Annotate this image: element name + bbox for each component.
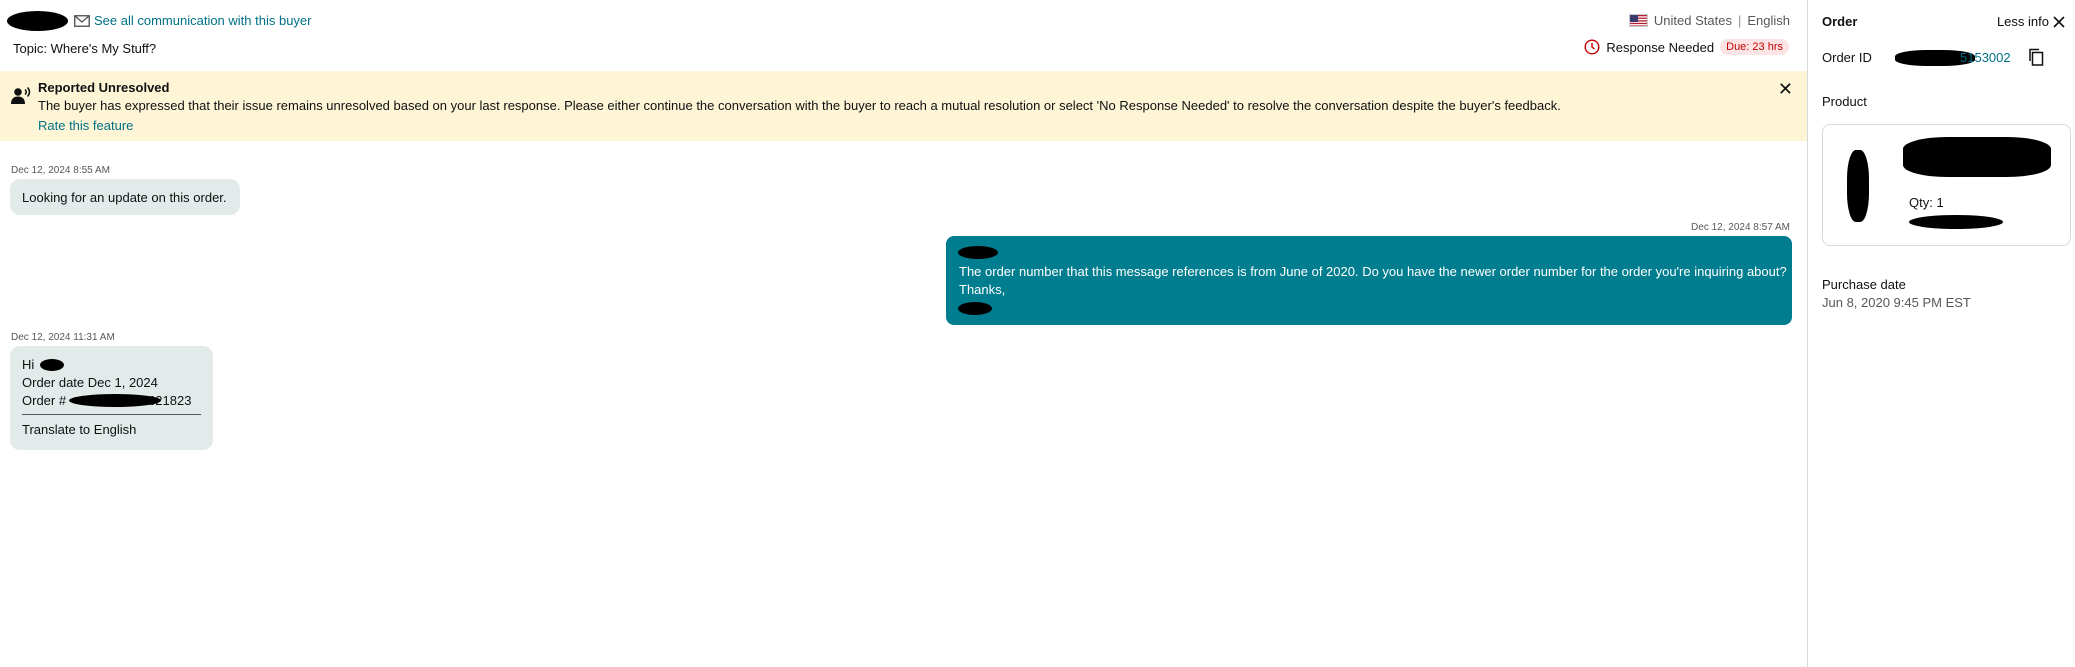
mail-icon (74, 14, 90, 27)
see-all-communication-link[interactable]: See all communication with this buyer (74, 13, 312, 28)
response-needed-label: Response Needed (1606, 39, 1715, 55)
less-info-label: Less info (1996, 14, 2049, 29)
order-number-redacted (69, 394, 161, 407)
clock-icon (1584, 39, 1600, 55)
order-prefix: Order # (22, 393, 67, 408)
outgoing-message: The order number that this message refer… (946, 236, 1792, 325)
rate-feature-link[interactable]: Rate this feature (38, 118, 133, 133)
message-divider (22, 414, 201, 415)
banner-message: The buyer has expressed that their issue… (38, 98, 1561, 113)
product-qty: Qty: 1 (1909, 195, 1944, 210)
purchase-date-label: Purchase date (1822, 277, 1906, 292)
message-closing: Thanks, (959, 282, 1006, 297)
conversation-header: See all communication with this buyer Un… (0, 10, 1807, 32)
copy-icon[interactable] (2028, 48, 2044, 66)
close-icon (2053, 15, 2065, 28)
order-date: Order date Dec 1, 2024 (22, 375, 158, 390)
translate-link[interactable]: Translate to English (22, 421, 201, 439)
sidebar-title: Order (1822, 14, 1858, 29)
conversation-topic: Topic: Where's My Stuff? (13, 41, 157, 56)
less-info-button[interactable]: Less info (1997, 14, 2065, 29)
us-flag-icon (1628, 14, 1648, 27)
locale-language: English (1747, 13, 1790, 28)
signature-redacted (958, 302, 992, 315)
speaking-person-icon (11, 87, 31, 104)
unresolved-banner: Reported Unresolved The buyer has expres… (0, 71, 1807, 141)
purchase-date: Jun 8, 2020 9:45 PM EST (1822, 295, 1971, 310)
close-banner-button[interactable]: ✕ (1778, 79, 1793, 100)
incoming-message: Looking for an update on this order. (10, 179, 240, 215)
product-detail-redacted (1909, 215, 2003, 229)
order-id-label: Order ID (1822, 50, 1872, 65)
conversation-panel: See all communication with this buyer Un… (0, 0, 1807, 667)
product-image-redacted (1847, 150, 1869, 222)
locale-indicator: United States | English (1628, 13, 1790, 28)
greeting-redacted (958, 246, 998, 259)
product-label: Product (1822, 94, 1867, 109)
response-needed-indicator: Response Needed Due: 23 hrs (1584, 39, 1789, 55)
message-timestamp: Dec 12, 2024 8:55 AM (11, 165, 110, 176)
order-number: Order #621823 (22, 392, 201, 410)
message-timestamp: Dec 12, 2024 11:31 AM (11, 332, 115, 343)
buyer-name-redacted (7, 11, 68, 31)
greeting-text: Hi (22, 357, 35, 372)
see-all-label: See all communication with this buyer (94, 13, 312, 28)
message-greeting: Hi (22, 356, 201, 374)
message-timestamp: Dec 12, 2024 8:57 AM (1691, 222, 1790, 233)
product-title-redacted (1903, 137, 2051, 177)
banner-title: Reported Unresolved (38, 80, 170, 95)
order-sidebar: Order Less info Order ID 5153002 Product… (1807, 0, 2075, 667)
due-badge: Due: 23 hrs (1720, 39, 1789, 55)
product-card[interactable]: Qty: 1 (1822, 124, 2071, 246)
locale-country: United States (1653, 13, 1732, 28)
message-text: Looking for an update on this order. (22, 190, 227, 205)
buyer-name-redacted (40, 359, 64, 371)
order-id-link[interactable]: 5153002 (1960, 50, 2011, 65)
message-text: The order number that this message refer… (959, 264, 1787, 279)
locale-separator: | (1737, 13, 1742, 28)
incoming-message: Hi Order date Dec 1, 2024 Order #621823 … (10, 346, 213, 450)
